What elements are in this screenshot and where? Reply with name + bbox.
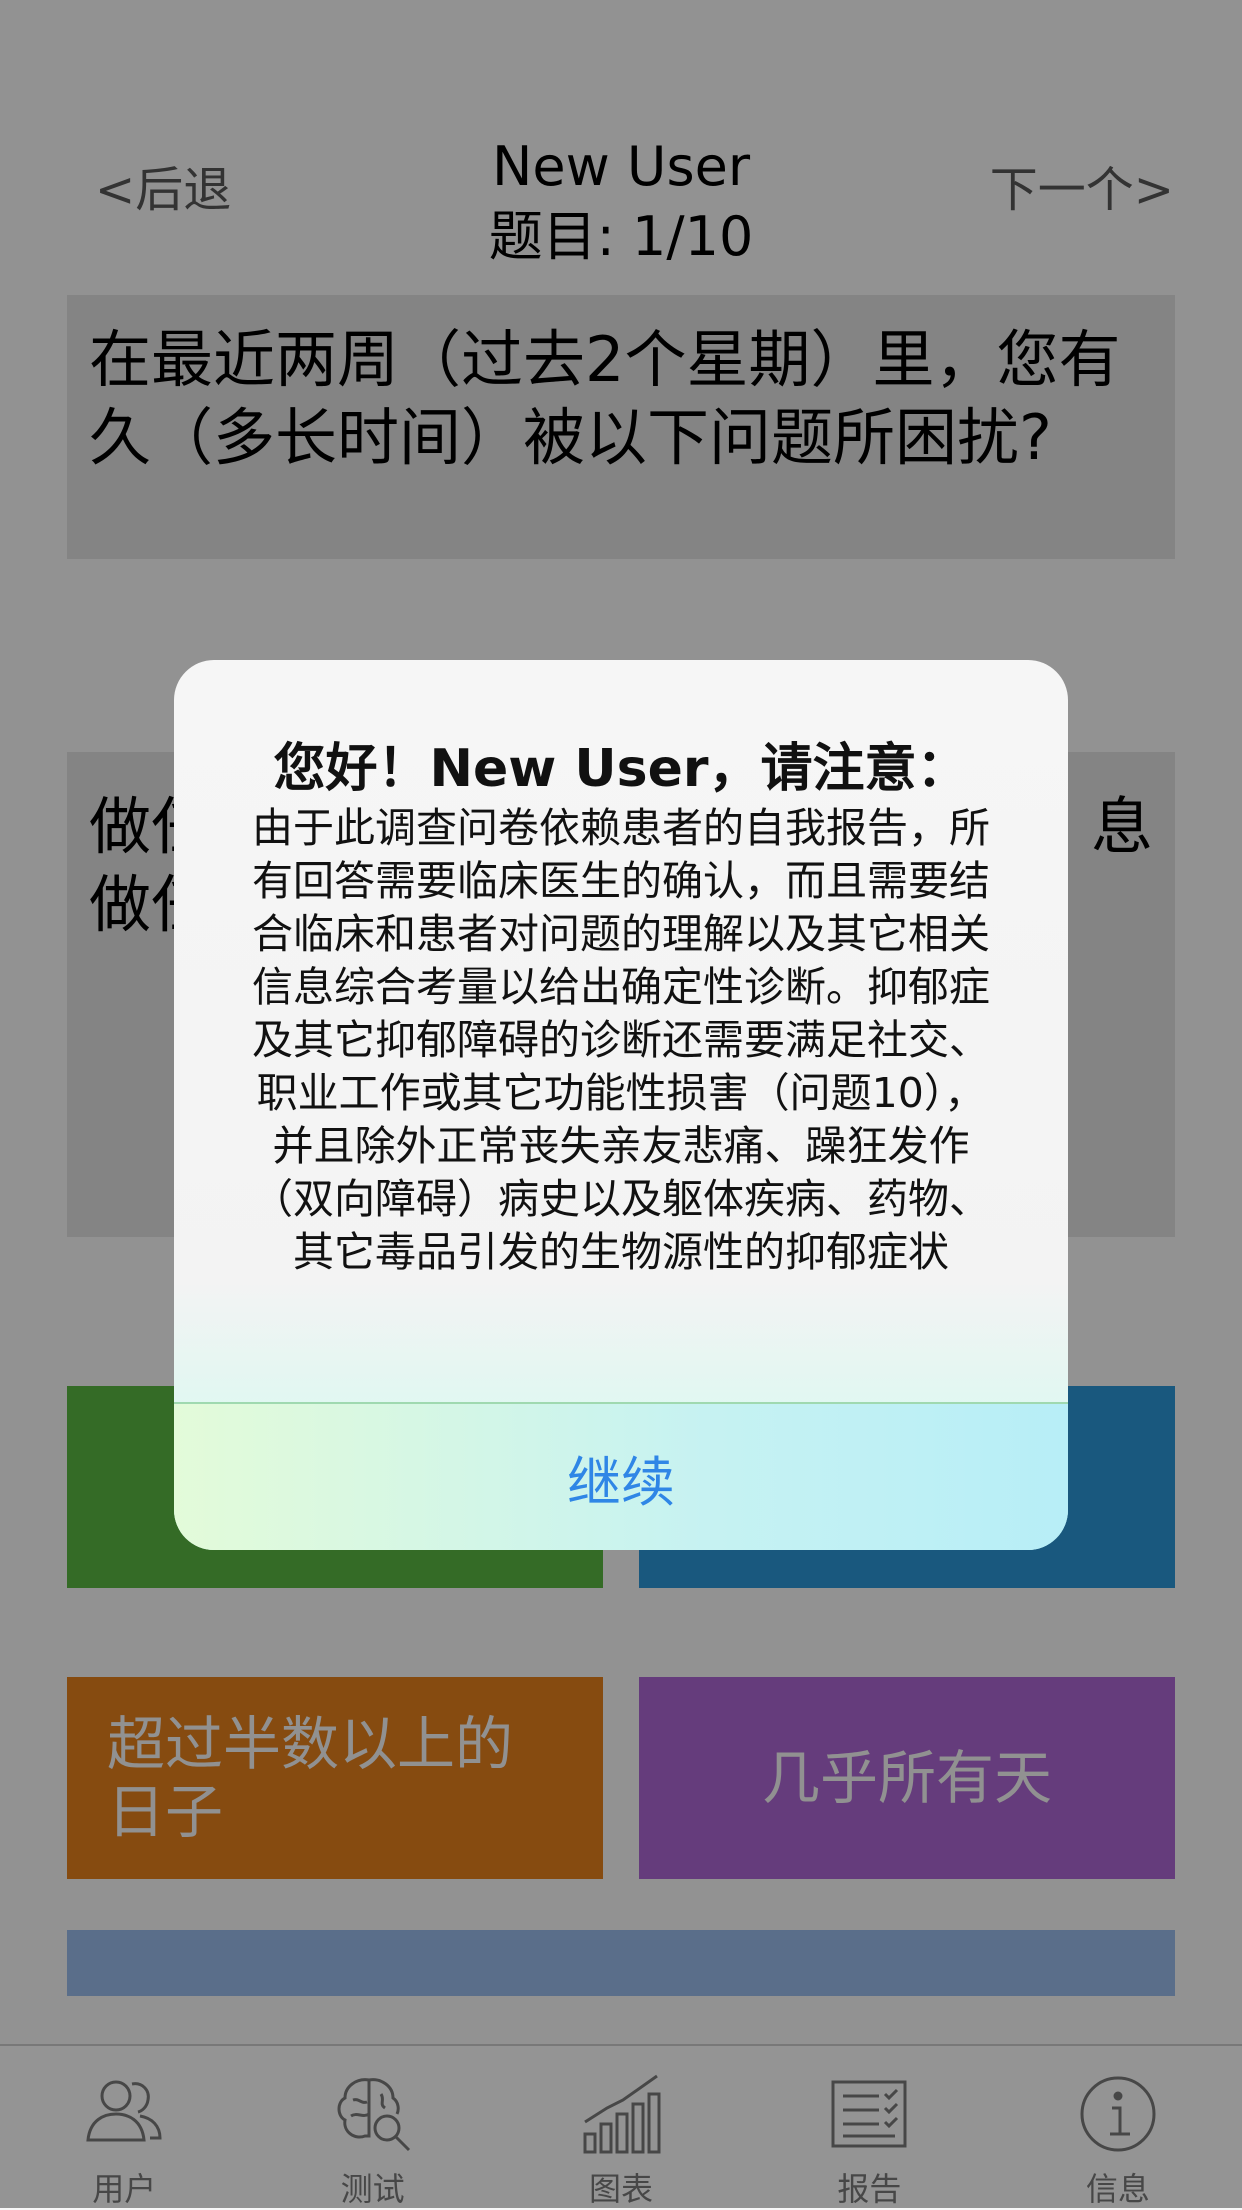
- alert-title: 您好！New User，请注意：: [273, 739, 969, 799]
- continue-button[interactable]: 继续: [174, 1404, 1068, 1550]
- alert-message: 由于此调查问卷依赖患者的自我报告，所有回答需要临床医生的确认，而且需要结合临床和…: [252, 804, 990, 1276]
- alert-dialog: 您好！New User，请注意： 由于此调查问卷依赖患者的自我报告，所有回答需要…: [174, 660, 1068, 1550]
